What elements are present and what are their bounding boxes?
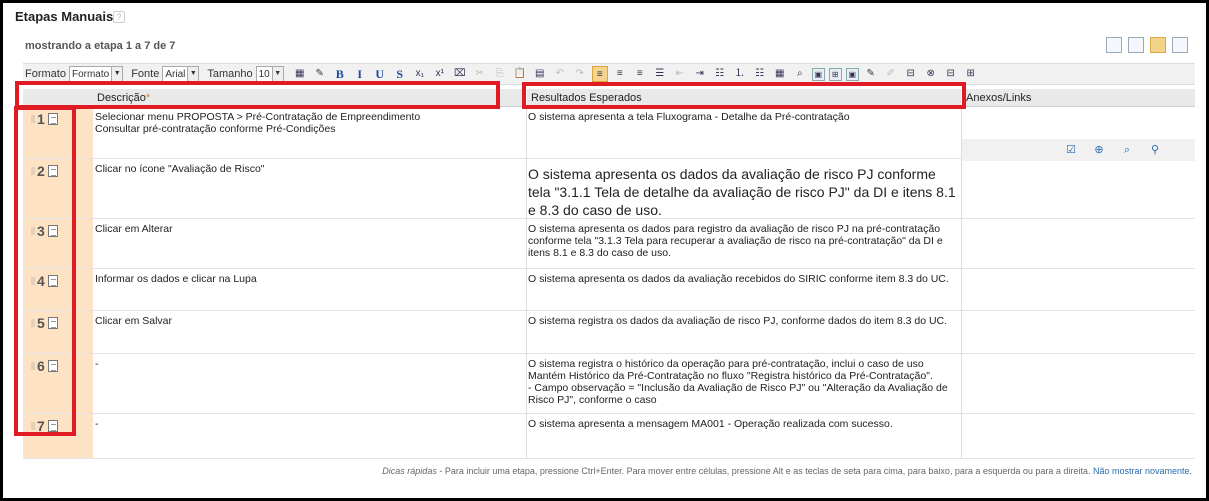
table-row[interactable]: 2 Clicar no ícone "Avaliação de Risco" O s… <box>23 159 1195 219</box>
table-row[interactable]: 5 Clicar em Salvar O sistema registra os d… <box>23 311 1195 354</box>
expand-view-icon[interactable] <box>1106 37 1122 53</box>
bullet-list-icon[interactable]: ☷ <box>712 66 728 82</box>
attach-add-icon[interactable]: ⊕ <box>1092 143 1106 157</box>
step-result[interactable]: O sistema apresenta a tela Fluxograma - … <box>528 111 960 123</box>
steps-grid: Descrição* Resultados Esperados Anexos/L… <box>23 89 1195 459</box>
chevron-down-icon: ▼ <box>111 67 123 81</box>
step-result[interactable]: O sistema apresenta a mensagem MA001 - O… <box>528 418 960 430</box>
size-label: Tamanho <box>207 68 253 80</box>
view-switcher <box>1106 37 1188 53</box>
font-select-value: Arial <box>165 68 186 80</box>
find-icon[interactable]: ⌕ <box>792 66 808 82</box>
highlight-box-results <box>522 82 966 109</box>
merge-icon[interactable]: ⊞ <box>963 66 979 82</box>
insert-row-icon[interactable]: ⊟ <box>903 66 919 82</box>
copy-icon[interactable]: ⎘ <box>492 66 508 82</box>
step-description[interactable]: Clicar no ícone "Avaliação de Risco" <box>95 163 525 175</box>
brush-icon[interactable]: ✎ <box>863 66 879 82</box>
step-description[interactable]: - <box>95 418 525 430</box>
step-result[interactable]: O sistema apresenta os dados da avaliaçã… <box>528 165 960 219</box>
chevron-down-icon: ▼ <box>271 67 283 81</box>
step-description[interactable]: - <box>95 358 525 370</box>
chevron-down-icon: ▼ <box>187 67 199 81</box>
align-right-icon[interactable]: ≡ <box>632 66 648 82</box>
tips-label: Dicas rápidas <box>382 466 437 476</box>
step-result[interactable]: O sistema apresenta os dados para regist… <box>528 223 960 259</box>
tips-text: - Para incluir uma etapa, pressione Ctrl… <box>436 466 1091 476</box>
table-row[interactable]: 6-O sistema registra o histórico da oper… <box>23 354 1195 414</box>
step-description[interactable]: Informar os dados e clicar na Lupa <box>95 273 525 285</box>
page-title: Etapas Manuais <box>15 9 114 24</box>
image-icon[interactable]: ▣ <box>811 67 825 81</box>
table-row[interactable]: 4 Informar os dados e clicar na Lupa O sis… <box>23 269 1195 311</box>
format-label: Formato <box>25 68 66 80</box>
eraser-icon[interactable]: ✐ <box>883 66 899 82</box>
italic-icon[interactable]: I <box>352 66 368 82</box>
bold-icon[interactable]: B <box>332 66 348 82</box>
help-icon[interactable]: ? <box>113 11 125 23</box>
window-frame: Etapas Manuais ? mostrando a etapa 1 a 7… <box>0 0 1209 501</box>
font-select[interactable]: Arial ▼ <box>162 66 200 82</box>
table-icon[interactable]: ▦ <box>772 66 788 82</box>
numbered-list-icon[interactable]: ⒈ <box>732 66 748 82</box>
redo-icon[interactable]: ↷ <box>572 66 588 82</box>
list-view-icon[interactable] <box>1128 37 1144 53</box>
dismiss-tips-link[interactable]: Não mostrar novamente. <box>1093 466 1192 476</box>
step-description[interactable]: Clicar em Alterar <box>95 223 525 235</box>
checklist-icon[interactable]: ☷ <box>752 66 768 82</box>
superscript-icon[interactable]: x¹ <box>432 66 448 82</box>
text-color-icon[interactable]: ▦ <box>292 66 308 82</box>
link-icon[interactable]: ⊞ <box>828 67 842 81</box>
cut-icon[interactable]: ✂ <box>472 66 488 82</box>
step-description[interactable]: Selecionar menu PROPOSTA > Pré-Contrataç… <box>95 111 525 135</box>
attach-paperclip-icon[interactable]: ⚲ <box>1148 143 1162 157</box>
undo-icon[interactable]: ↶ <box>552 66 568 82</box>
attach-check-icon[interactable]: ☑ <box>1064 143 1078 157</box>
insert-icon[interactable]: ▣ <box>845 67 859 81</box>
table-view-icon[interactable] <box>1172 37 1188 53</box>
format-select[interactable]: Formato ▼ <box>68 66 124 82</box>
step-result[interactable]: O sistema registra os dados da avaliação… <box>528 315 960 327</box>
subscript-icon[interactable]: x₁ <box>412 66 428 82</box>
paste-text-icon[interactable]: ▤ <box>532 66 548 82</box>
font-label: Fonte <box>131 68 160 80</box>
indent-icon[interactable]: ⇥ <box>692 66 708 82</box>
attach-search-icon[interactable]: ⌕ <box>1120 143 1134 157</box>
column-divider <box>526 107 527 459</box>
highlight-box-step-numbers <box>14 106 76 436</box>
underline-icon[interactable]: U <box>372 66 388 82</box>
table-row[interactable]: 7-O sistema apresenta a mensagem MA001 -… <box>23 414 1195 459</box>
align-left-icon[interactable]: ≡ <box>591 66 608 82</box>
outdent-icon[interactable]: ⇤ <box>672 66 688 82</box>
highlight-icon[interactable]: ✎ <box>312 66 328 82</box>
variable-icon[interactable]: ⊗ <box>923 66 939 82</box>
align-center-icon[interactable]: ≡ <box>612 66 628 82</box>
highlight-box-description <box>15 81 500 109</box>
attachment-toolbar: ☑ ⊕ ⌕ ⚲ <box>962 139 1195 161</box>
remove-format-icon[interactable]: ⌧ <box>452 66 468 82</box>
quick-tips: Dicas rápidas - Para incluir uma etapa, … <box>3 466 1192 476</box>
column-header-attachments[interactable]: Anexos/Links <box>962 89 1195 107</box>
align-justify-icon[interactable]: ☰ <box>652 66 668 82</box>
strikethrough-icon[interactable]: S <box>392 66 408 82</box>
table-row[interactable]: 3 Clicar em Alterar O sistema apresenta os… <box>23 219 1195 269</box>
size-select[interactable]: 10 ▼ <box>255 66 284 82</box>
format-select-value: Formato <box>71 68 110 80</box>
pager-status: mostrando a etapa 1 a 7 de 7 <box>25 40 176 52</box>
step-result[interactable]: O sistema registra o histórico da operaç… <box>528 358 960 406</box>
step-result[interactable]: O sistema apresenta os dados da avaliaçã… <box>528 273 960 285</box>
paste-icon[interactable]: 📋 <box>512 66 528 82</box>
grid-view-icon[interactable] <box>1150 37 1166 53</box>
step-description[interactable]: Clicar em Salvar <box>95 315 525 327</box>
delete-row-icon[interactable]: ⊟ <box>943 66 959 82</box>
size-select-value: 10 <box>258 68 270 80</box>
